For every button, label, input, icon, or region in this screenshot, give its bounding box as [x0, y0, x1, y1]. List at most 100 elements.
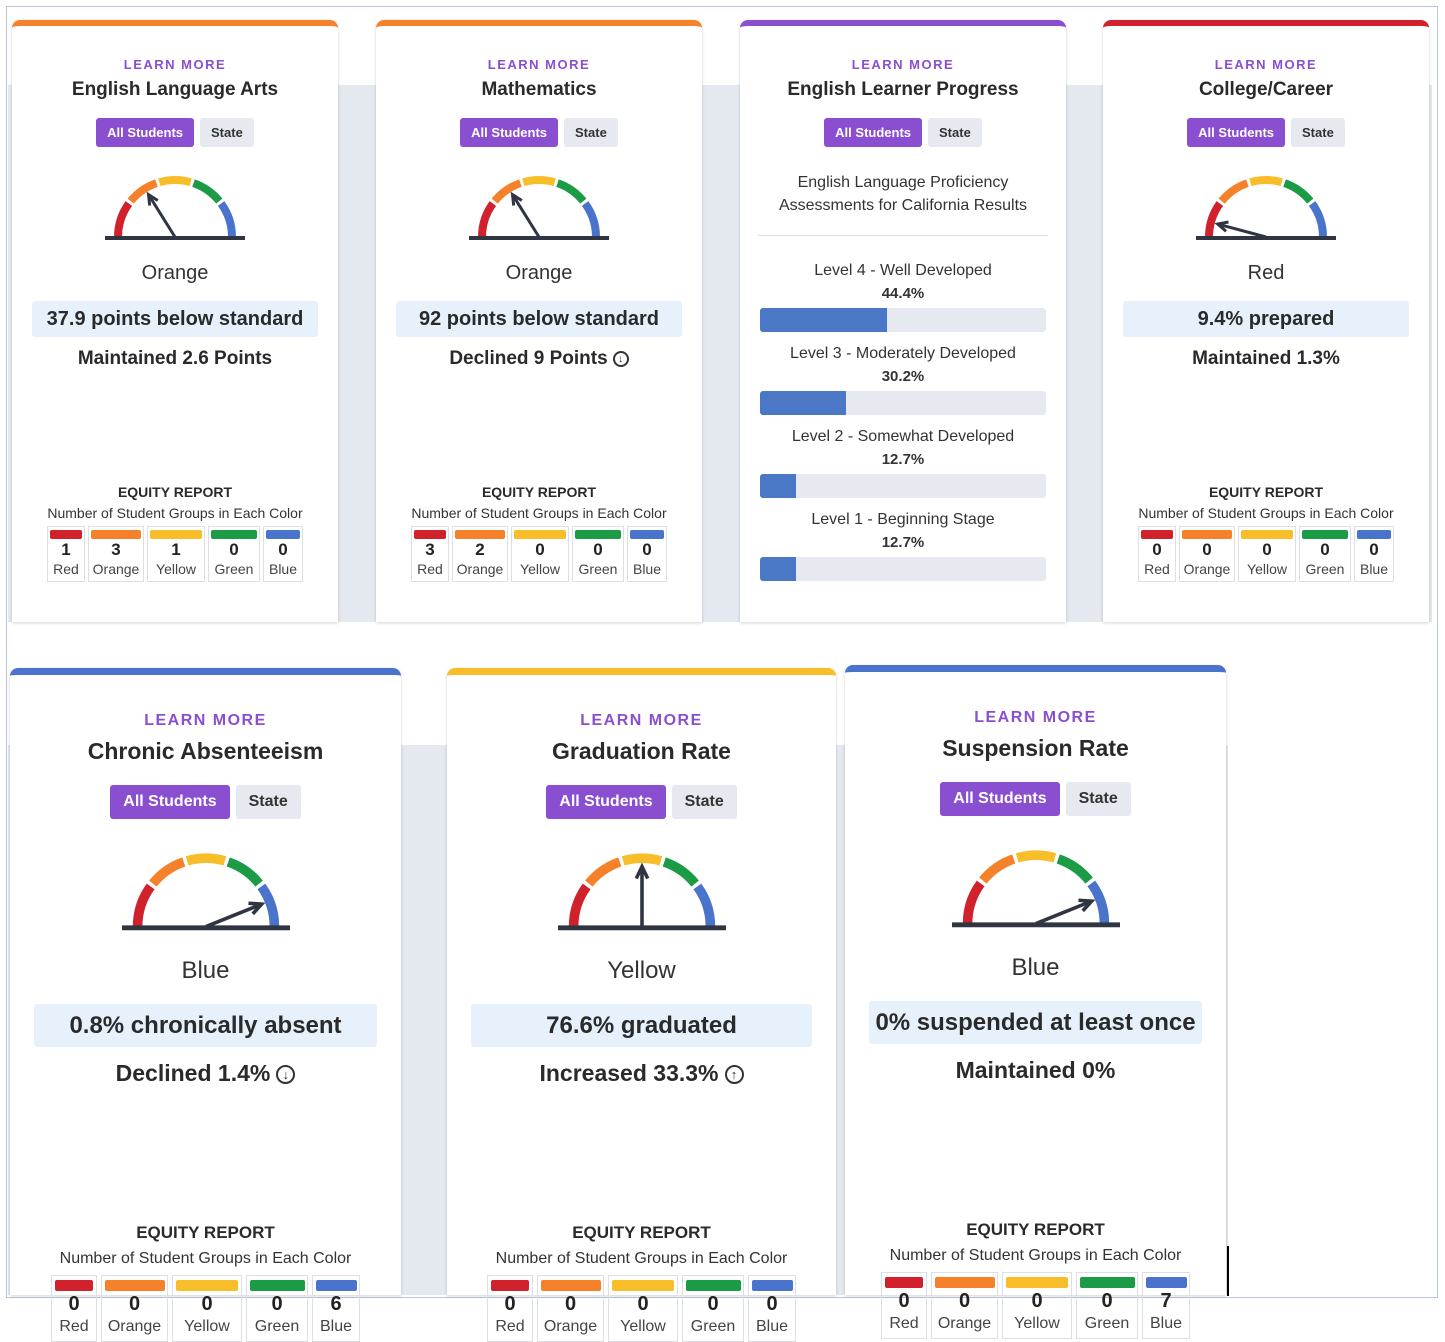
status-value: 37.9 points below standard: [32, 301, 318, 337]
equity-cell-red: 0 Red: [51, 1274, 97, 1342]
card-title: English Language Arts: [71, 79, 279, 100]
equity-color-counts: 0 Red 0 Orange 0 Yellow 0 Green 0 Blue: [447, 1274, 836, 1342]
gauge-segment-yellow: [522, 176, 556, 187]
state-button[interactable]: State: [928, 118, 982, 147]
all-students-button[interactable]: All Students: [96, 118, 195, 147]
learn-more-link[interactable]: LEARN MORE: [845, 708, 1226, 728]
equity-bar-yellow: [1241, 530, 1293, 539]
equity-color-name: Red: [495, 1317, 525, 1335]
equity-cell-green: 0 Green: [208, 526, 260, 582]
all-students-button[interactable]: All Students: [824, 118, 923, 147]
equity-count: 1: [171, 540, 181, 559]
status-value: 0.8% chronically absent: [34, 1003, 377, 1047]
gauge-wrap: [10, 845, 401, 939]
equity-cell-green: 0 Green: [572, 526, 624, 582]
level-progress-fill: [760, 474, 797, 498]
card-mathematics: LEARN MORE Mathematics All Students State Or…: [376, 20, 702, 622]
state-button[interactable]: State: [235, 785, 301, 819]
equity-count: 2: [475, 540, 485, 559]
all-students-button[interactable]: All Students: [940, 782, 1060, 816]
equity-color-name: Green: [1084, 1314, 1130, 1332]
equity-count: 0: [564, 1292, 577, 1315]
student-group-toggle: All Students State: [1103, 118, 1429, 147]
gauge-needle: [511, 193, 541, 238]
card-graduation-rate: LEARN MORE Graduation Rate All Students Sta…: [447, 668, 836, 1342]
gauge-segment-blue: [1308, 201, 1327, 238]
gauge-segment-red: [568, 883, 591, 927]
equity-color-name: Blue: [1359, 561, 1389, 577]
equity-color-name: Yellow: [520, 561, 560, 577]
student-group-toggle: All Students State: [12, 118, 338, 147]
equity-report-title: EQUITY REPORT: [117, 484, 233, 500]
equity-bar-green: [249, 1279, 305, 1291]
equity-color-name: Yellow: [620, 1317, 666, 1335]
equity-count: 0: [229, 540, 239, 559]
gauge-wrap: [447, 845, 836, 939]
equity-bar-blue: [1357, 530, 1391, 539]
gauge-segment-green: [662, 857, 699, 887]
gauge-segment-red: [132, 883, 155, 927]
gauge-chart: [557, 853, 726, 931]
equity-bar-yellow: [612, 1279, 674, 1291]
card-title: Chronic Absenteeism: [87, 738, 324, 764]
equity-cell-green: 0 Green: [682, 1274, 744, 1342]
change-text: Maintained 2.6 Points: [77, 348, 273, 369]
all-students-button[interactable]: All Students: [1187, 118, 1286, 147]
level-progress-fill: [760, 391, 847, 415]
equity-bar-orange: [104, 1279, 165, 1291]
state-button[interactable]: State: [564, 118, 618, 147]
all-students-button[interactable]: All Students: [460, 118, 559, 147]
equity-report-subtitle: Number of Student Groups in Each Color: [59, 1249, 352, 1267]
equity-count: 0: [1262, 540, 1272, 559]
divider: [758, 235, 1048, 236]
equity-count: 0: [1369, 540, 1379, 559]
state-button[interactable]: State: [200, 118, 254, 147]
equity-cell-orange: 0 Orange: [1179, 526, 1235, 582]
equity-count: 0: [642, 540, 652, 559]
equity-bar-red: [885, 1276, 923, 1288]
learn-more-link[interactable]: LEARN MORE: [10, 711, 401, 731]
gauge-segment-red: [114, 201, 133, 238]
status-value: 92 points below standard: [396, 301, 682, 337]
gauge-segment-blue: [581, 201, 600, 238]
gauge-segment-orange: [1218, 179, 1249, 204]
gauge-segment-yellow: [1249, 176, 1283, 187]
equity-bar-yellow: [1006, 1276, 1068, 1288]
gauge-segment-yellow: [1015, 850, 1056, 863]
gauge-chart: [121, 853, 290, 931]
learn-more-link[interactable]: LEARN MORE: [1103, 56, 1429, 73]
equity-count: 0: [68, 1292, 80, 1315]
equity-color-name: Green: [254, 1317, 300, 1335]
equity-count: 1: [61, 540, 71, 559]
state-button[interactable]: State: [671, 785, 737, 819]
gauge-segment-blue: [692, 883, 715, 927]
card-title: College/Career: [1198, 79, 1334, 100]
gauge-segment-red: [1205, 201, 1224, 238]
change-row: Increased 33.3% ↑: [447, 1059, 836, 1088]
level-progress-bar: [760, 557, 1046, 581]
gauge-segment-yellow: [185, 853, 226, 866]
change-text: Maintained 0%: [955, 1056, 1116, 1083]
learn-more-link[interactable]: LEARN MORE: [447, 711, 836, 731]
equity-bar-orange: [934, 1276, 995, 1288]
gauge-segment-blue: [256, 883, 279, 927]
equity-report-title: EQUITY REPORT: [1208, 484, 1324, 500]
gauge-wrap: [376, 169, 702, 247]
equity-color-counts: 0 Red 0 Orange 0 Yellow 0 Green 7 Blue: [845, 1271, 1226, 1339]
equity-bar-blue: [1145, 1276, 1187, 1288]
equity-color-name: Green: [214, 561, 254, 577]
all-students-button[interactable]: All Students: [546, 785, 666, 819]
state-button[interactable]: State: [1291, 118, 1345, 147]
gauge-segment-orange: [584, 857, 621, 887]
level-percent: 44.4%: [881, 285, 925, 302]
card-college-career: LEARN MORE College/Career All Students Stat…: [1103, 20, 1429, 622]
equity-cell-yellow: 0 Yellow: [1238, 526, 1296, 582]
learn-more-link[interactable]: LEARN MORE: [12, 56, 338, 73]
level-progress-bar: [760, 391, 1046, 415]
learn-more-link[interactable]: LEARN MORE: [740, 56, 1066, 73]
state-button[interactable]: State: [1065, 782, 1131, 816]
card-title: Graduation Rate: [552, 738, 731, 764]
equity-report-subtitle: Number of Student Groups in Each Color: [1138, 505, 1394, 521]
all-students-button[interactable]: All Students: [110, 785, 230, 819]
learn-more-link[interactable]: LEARN MORE: [376, 56, 702, 73]
